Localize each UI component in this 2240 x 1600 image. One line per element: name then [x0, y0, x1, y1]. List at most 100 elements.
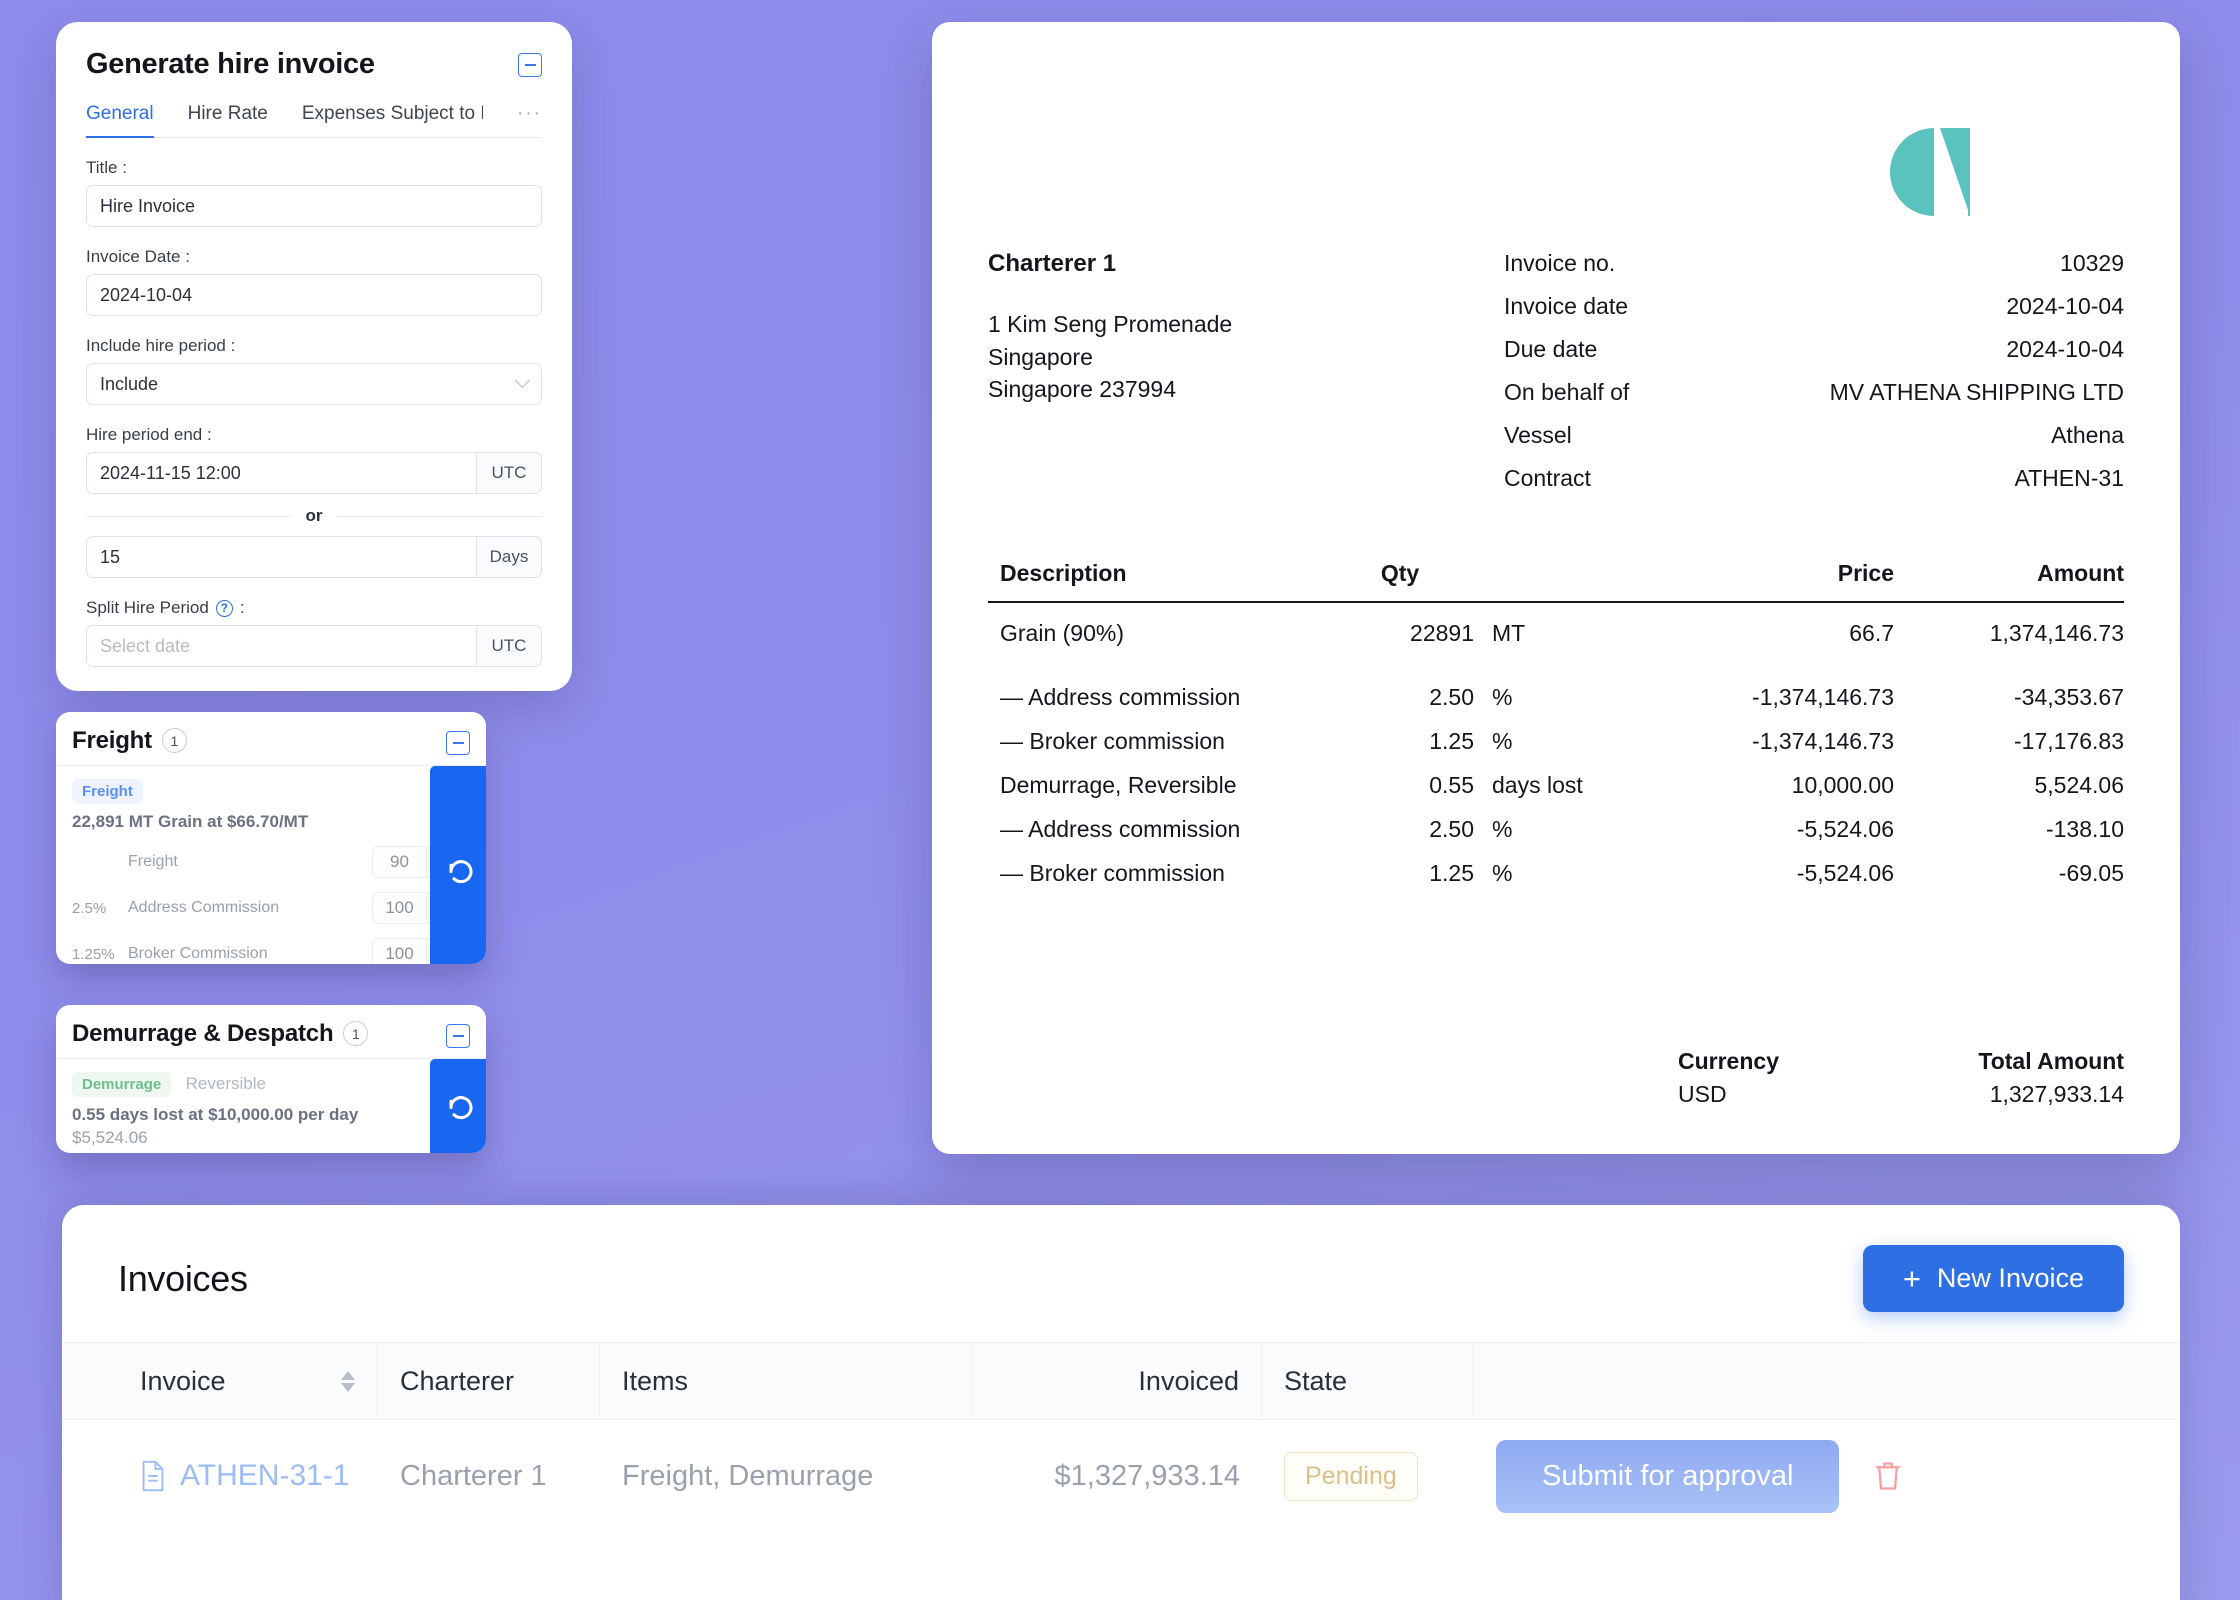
invoice-header: Charterer 1 1 Kim Seng Promenade Singapo…	[988, 250, 2124, 508]
bill-to-name: Charterer 1	[988, 250, 1117, 277]
demurrage-line-2: $5,524.06	[72, 1128, 148, 1147]
plus-icon: +	[1902, 1260, 1921, 1296]
line-description: Demurrage, Reversible	[1000, 772, 1237, 798]
table-row: Grain (90%) 22891 MT 66.7 1,374,146.73	[988, 603, 2124, 647]
invoice-document: Charterer 1 1 Kim Seng Promenade Singapo…	[932, 22, 2180, 1154]
total-amount-block: Total Amount 1,327,933.14	[1978, 1048, 2124, 1108]
freight-rate-name: Freight	[128, 853, 178, 870]
meta-value: ATHEN-31	[2014, 465, 2125, 491]
column-header-items[interactable]: Items	[600, 1343, 972, 1419]
title-input[interactable]: Hire Invoice	[86, 185, 542, 227]
table-row: — Broker commission 1.25 % -5,524.06 -69…	[988, 843, 2124, 887]
freight-pill: Freight	[72, 779, 143, 804]
days-unit-button[interactable]: Days	[476, 536, 542, 578]
cell-state: Pending	[1262, 1420, 1474, 1532]
freight-revert-button[interactable]	[430, 766, 486, 964]
sort-arrows-icon[interactable]	[341, 1370, 355, 1392]
meta-value: MV ATHENA SHIPPING LTD	[1829, 379, 2124, 405]
line-qty: 2.50	[1429, 684, 1474, 710]
hire-period-end-input[interactable]: 2024-11-15 12:00	[86, 452, 476, 494]
column-header-invoiced[interactable]: Invoiced	[972, 1343, 1262, 1419]
column-header-state[interactable]: State	[1262, 1343, 1474, 1419]
invoices-title: Invoices	[118, 1257, 248, 1299]
freight-title-group: Freight 1	[72, 727, 187, 755]
minus-square-icon[interactable]	[446, 731, 470, 755]
split-hire-period-timezone-button[interactable]: UTC	[476, 625, 542, 667]
table-row[interactable]: ATHEN-31-1 Charterer 1 Freight, Demurrag…	[62, 1420, 2180, 1532]
table-spacer	[988, 647, 2124, 667]
submit-for-approval-button[interactable]: Submit for approval	[1496, 1439, 1840, 1513]
days-input[interactable]: 15	[86, 536, 476, 578]
line-unit: %	[1492, 684, 1513, 710]
tab-hire-rate[interactable]: Hire Rate	[188, 103, 268, 137]
hire-period-end-label: Hire period end :	[86, 425, 212, 444]
broker-commission-input[interactable]: 100	[372, 938, 426, 964]
line-qty: 1.25	[1429, 728, 1474, 754]
meta-label: Invoice date	[1504, 293, 1629, 319]
currency-block: Currency USD	[1678, 1048, 1779, 1108]
address-commission-input[interactable]: 100	[372, 892, 426, 924]
meta-label: Vessel	[1504, 422, 1572, 448]
invoices-panel: Invoices + New Invoice Invoice Charterer…	[62, 1205, 2180, 1600]
line-description: — Address commission	[1000, 684, 1241, 710]
column-header-charterer[interactable]: Charterer	[378, 1343, 600, 1419]
meta-row-invoice-date: Invoice date 2024-10-04	[1504, 293, 2124, 320]
trash-icon[interactable]	[1873, 1459, 1903, 1493]
column-header-actions	[1474, 1343, 2124, 1419]
line-unit: %	[1492, 728, 1513, 754]
tab-general[interactable]: General	[86, 103, 154, 138]
line-unit: days lost	[1492, 772, 1583, 798]
invoices-table-header: Invoice Charterer Items Invoiced State	[62, 1342, 2180, 1420]
line-unit: MT	[1492, 620, 1526, 646]
invoice-link[interactable]: ATHEN-31-1	[180, 1459, 349, 1493]
tab-expenses-subject-to-hire[interactable]: Expenses Subject to H	[302, 103, 483, 137]
meta-row-invoice-no: Invoice no. 10329	[1504, 250, 2124, 277]
line-unit: %	[1492, 860, 1513, 886]
column-header-unit	[1474, 560, 1649, 587]
invoiced-value: $1,327,933.14	[1054, 1459, 1240, 1492]
tabs-overflow-icon[interactable]: ···	[517, 103, 542, 137]
title-label: Title :	[86, 158, 127, 177]
hire-period-end-group: 2024-11-15 12:00 UTC	[86, 452, 542, 494]
demurrage-card-header: Demurrage & Despatch 1	[56, 1005, 486, 1059]
divider-line-right	[336, 515, 542, 517]
split-hire-period-label-row: Split Hire Period ? :	[86, 598, 542, 618]
include-hire-period-select[interactable]: Include	[86, 363, 542, 405]
line-qty: 0.55	[1429, 772, 1474, 798]
currency-value: USD	[1678, 1081, 1727, 1107]
split-hire-period-colon: :	[239, 598, 245, 617]
total-amount-value: 1,327,933.14	[1989, 1081, 2124, 1107]
invoice-date-input[interactable]: 2024-10-04	[86, 274, 542, 316]
new-invoice-label: New Invoice	[1936, 1263, 2084, 1293]
meta-value: Athena	[2051, 422, 2124, 448]
broker-commission-row: 1.25% Broker Commission 100 %	[72, 938, 470, 964]
minus-square-icon[interactable]	[446, 1024, 470, 1048]
minus-square-icon[interactable]	[518, 53, 542, 77]
demurrage-title: Demurrage & Despatch	[72, 1019, 334, 1047]
cell-items: Freight, Demurrage	[600, 1420, 972, 1532]
line-description: Grain (90%)	[1000, 620, 1124, 646]
freight-rate-input[interactable]: 90	[372, 846, 426, 878]
revert-icon	[449, 860, 473, 884]
freight-card-body: Freight 22,891 MT Grain at $66.70/MT Fre…	[56, 766, 486, 964]
split-hire-period-input[interactable]: Select date	[86, 625, 476, 667]
demurrage-line-1: 0.55 days lost at $10,000.00 per day	[72, 1105, 359, 1124]
line-price: -1,374,146.73	[1752, 728, 1894, 754]
demurrage-count-badge: 1	[343, 1021, 369, 1046]
table-row: — Address commission 2.50 % -5,524.06 -1…	[988, 799, 2124, 843]
column-header-invoice[interactable]: Invoice	[118, 1343, 378, 1419]
line-amount: -138.10	[2045, 816, 2124, 842]
demurrage-reversible-note: Reversible	[185, 1074, 266, 1093]
bill-to-address: 1 Kim Seng Promenade Singapore Singapore…	[988, 311, 1233, 403]
split-hire-period-label: Split Hire Period	[86, 598, 209, 617]
demurrage-title-group: Demurrage & Despatch 1	[72, 1019, 369, 1048]
column-header-description: Description	[1000, 560, 1127, 586]
line-price: 66.7	[1849, 620, 1894, 646]
currency-label: Currency	[1678, 1048, 1779, 1074]
meta-value: 10329	[2060, 250, 2124, 276]
demurrage-revert-button[interactable]	[430, 1059, 486, 1153]
help-circle-icon[interactable]: ?	[215, 599, 233, 617]
hire-period-end-timezone-button[interactable]: UTC	[476, 452, 542, 494]
new-invoice-button[interactable]: + New Invoice	[1862, 1245, 2124, 1312]
meta-row-due-date: Due date 2024-10-04	[1504, 336, 2124, 363]
